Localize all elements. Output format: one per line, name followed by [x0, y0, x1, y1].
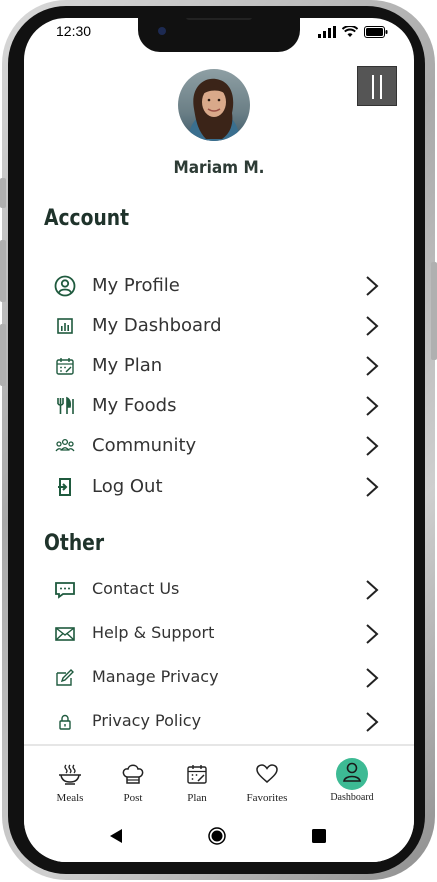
tab-meals[interactable]: Meals — [35, 746, 105, 810]
chevron-right-icon — [366, 436, 379, 456]
tab-label: Post — [123, 792, 143, 804]
volume-down-button — [0, 324, 6, 386]
heart-icon — [256, 764, 278, 783]
edit-pencil-icon — [56, 669, 74, 686]
logout-icon — [58, 478, 71, 496]
fork-knife-icon — [57, 396, 74, 414]
silent-switch — [0, 178, 6, 208]
chevron-right-icon — [366, 624, 379, 644]
menu-item-log-out[interactable]: Log Out — [48, 470, 380, 504]
chevron-right-icon — [366, 276, 379, 296]
tab-favorites[interactable]: Favorites — [232, 746, 302, 810]
pause-bar-icon — [380, 75, 382, 99]
tab-label: Favorites — [246, 792, 288, 804]
chevron-right-icon — [366, 477, 379, 497]
chevron-right-icon — [366, 580, 379, 600]
menu-item-label: Community — [92, 435, 197, 456]
battery-icon — [364, 26, 388, 38]
dashboard-chart-icon — [57, 318, 73, 334]
avatar-photo — [178, 69, 250, 141]
chevron-right-icon — [366, 712, 379, 732]
status-icons — [318, 24, 388, 38]
lock-icon — [59, 714, 71, 730]
other-heading: Other — [44, 531, 105, 556]
menu-item-my-dashboard[interactable]: My Dashboard — [48, 309, 380, 343]
menu-item-my-foods[interactable]: My Foods — [48, 389, 380, 423]
menu-item-label: My Plan — [92, 355, 163, 376]
menu-item-label: My Foods — [92, 395, 177, 416]
menu-item-label: Help & Support — [92, 623, 215, 642]
user-name: Mariam M. — [173, 158, 265, 178]
menu-item-manage-privacy[interactable]: Manage Privacy — [48, 661, 380, 695]
notch — [138, 18, 300, 52]
menu-item-help-support[interactable]: Help & Support — [48, 617, 380, 651]
chevron-right-icon — [366, 356, 379, 376]
community-people-icon — [55, 438, 75, 452]
avatar[interactable] — [178, 69, 250, 141]
chevron-right-icon — [366, 668, 379, 688]
tab-label: Dashboard — [330, 792, 374, 803]
status-time: 12:30 — [56, 23, 92, 39]
pause-bar-icon — [372, 75, 374, 99]
menu-item-label: Log Out — [92, 476, 163, 497]
recents-square-icon[interactable] — [312, 829, 326, 843]
menu-item-label: Contact Us — [92, 579, 180, 598]
menu-item-label: Manage Privacy — [92, 667, 219, 686]
menu-item-my-plan[interactable]: My Plan — [48, 349, 380, 383]
power-button — [431, 262, 437, 360]
tab-plan[interactable]: Plan — [162, 746, 232, 810]
menu-item-label: My Profile — [92, 275, 180, 296]
calendar-plan-icon — [56, 358, 74, 375]
menu-item-contact-us[interactable]: Contact Us — [48, 573, 380, 607]
wifi-icon — [342, 26, 358, 37]
chat-message-icon — [55, 582, 75, 599]
tab-label: Plan — [187, 792, 207, 804]
chef-hat-icon — [122, 764, 144, 784]
calendar-icon — [187, 765, 207, 784]
back-triangle-icon[interactable] — [110, 829, 124, 843]
menu-item-privacy-policy[interactable]: Privacy Policy — [48, 705, 380, 739]
tab-post[interactable]: Post — [98, 746, 168, 810]
envelope-icon — [55, 627, 75, 641]
chevron-right-icon — [366, 396, 379, 416]
menu-item-label: Privacy Policy — [92, 711, 202, 730]
bottom-tab-bar: Meals Post Plan Favorites Dashboard — [24, 744, 414, 810]
tab-label: Meals — [56, 792, 84, 804]
chevron-right-icon — [366, 316, 379, 336]
menu-item-community[interactable]: Community — [48, 429, 380, 463]
home-circle-icon[interactable] — [208, 827, 226, 845]
signal-icon — [318, 26, 336, 38]
account-heading: Account — [44, 206, 130, 231]
person-icon — [343, 762, 361, 782]
front-camera — [158, 27, 166, 35]
tab-dashboard[interactable]: Dashboard — [317, 746, 387, 810]
volume-up-button — [0, 240, 6, 302]
screen: 12:30 Mariam M. Account My Profile My Da… — [24, 18, 414, 862]
menu-item-label: My Dashboard — [92, 315, 222, 336]
menu-toggle-button[interactable] — [357, 66, 397, 106]
bowl-icon — [59, 764, 81, 785]
system-nav-bar — [24, 810, 414, 862]
speaker-grille — [186, 18, 252, 20]
user-circle-icon — [54, 275, 76, 297]
menu-item-my-profile[interactable]: My Profile — [48, 269, 380, 303]
